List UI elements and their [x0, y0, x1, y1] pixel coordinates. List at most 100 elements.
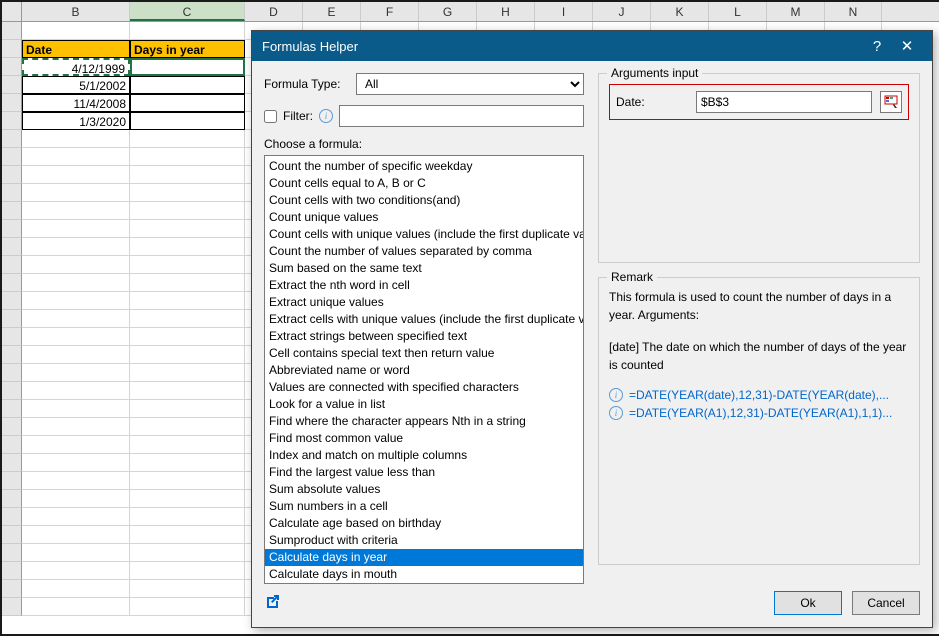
formula-item[interactable]: Find most common value — [265, 430, 583, 447]
formula-item[interactable]: Find where the character appears Nth in … — [265, 413, 583, 430]
row-header[interactable] — [2, 76, 22, 94]
cell-C15[interactable] — [130, 274, 245, 292]
cell-B27[interactable] — [22, 490, 130, 508]
cell-B19[interactable] — [22, 346, 130, 364]
cell-B17[interactable] — [22, 310, 130, 328]
column-header-K[interactable]: K — [651, 2, 709, 21]
formula-item[interactable]: Calculate age based on birthday — [265, 515, 583, 532]
cell-C2[interactable]: Days in year — [130, 40, 245, 58]
row-header[interactable] — [2, 544, 22, 562]
cell-C6[interactable] — [130, 112, 245, 130]
cell-B15[interactable] — [22, 274, 130, 292]
cell-B29[interactable] — [22, 526, 130, 544]
cell-C12[interactable] — [130, 220, 245, 238]
formula-item[interactable]: Values are connected with specified char… — [265, 379, 583, 396]
formula-item[interactable]: Sum numbers in a cell — [265, 498, 583, 515]
cell-C24[interactable] — [130, 436, 245, 454]
cell-C22[interactable] — [130, 400, 245, 418]
cell-B1[interactable] — [22, 22, 130, 40]
cell-B7[interactable] — [22, 130, 130, 148]
row-header[interactable] — [2, 328, 22, 346]
cell-C11[interactable] — [130, 202, 245, 220]
formula-item[interactable]: Count unique values — [265, 209, 583, 226]
cell-B4[interactable]: 5/1/2002 — [22, 76, 130, 94]
cell-B31[interactable] — [22, 562, 130, 580]
dialog-titlebar[interactable]: Formulas Helper ? ✕ — [252, 31, 932, 61]
formula-item[interactable]: Extract the nth word in cell — [265, 277, 583, 294]
formula-item[interactable]: Count the number of specific weekday — [265, 158, 583, 175]
cell-C18[interactable] — [130, 328, 245, 346]
row-header[interactable] — [2, 436, 22, 454]
cell-B32[interactable] — [22, 580, 130, 598]
cell-C30[interactable] — [130, 544, 245, 562]
formula-item[interactable]: Sumproduct with criteria — [265, 532, 583, 549]
column-header-C[interactable]: C — [130, 2, 245, 21]
row-header[interactable] — [2, 274, 22, 292]
row-header[interactable] — [2, 364, 22, 382]
row-header[interactable] — [2, 472, 22, 490]
formula-item[interactable]: Calculate days in mouth — [265, 566, 583, 583]
cell-C31[interactable] — [130, 562, 245, 580]
info-icon[interactable]: i — [319, 109, 333, 123]
formula-item[interactable]: Calculate days in year — [265, 549, 583, 566]
range-picker-button[interactable] — [880, 91, 902, 113]
cell-B5[interactable]: 11/4/2008 — [22, 94, 130, 112]
formula-item[interactable]: Count cells with two conditions(and) — [265, 192, 583, 209]
row-header[interactable] — [2, 184, 22, 202]
help-icon[interactable]: ? — [862, 38, 892, 55]
row-header[interactable] — [2, 400, 22, 418]
cell-B22[interactable] — [22, 400, 130, 418]
column-header-I[interactable]: I — [535, 2, 593, 21]
cell-B24[interactable] — [22, 436, 130, 454]
cell-C19[interactable] — [130, 346, 245, 364]
row-header[interactable] — [2, 166, 22, 184]
cell-C17[interactable] — [130, 310, 245, 328]
cell-C25[interactable] — [130, 454, 245, 472]
cell-B9[interactable] — [22, 166, 130, 184]
cell-C4[interactable] — [130, 76, 245, 94]
cell-C9[interactable] — [130, 166, 245, 184]
cell-C8[interactable] — [130, 148, 245, 166]
cell-C16[interactable] — [130, 292, 245, 310]
column-header-B[interactable]: B — [22, 2, 130, 21]
cell-C3[interactable] — [130, 58, 245, 76]
row-header[interactable] — [2, 454, 22, 472]
cell-B21[interactable] — [22, 382, 130, 400]
row-header[interactable] — [2, 598, 22, 616]
cell-C29[interactable] — [130, 526, 245, 544]
cell-B13[interactable] — [22, 238, 130, 256]
formula-item[interactable]: Index and match on multiple columns — [265, 447, 583, 464]
cell-B2[interactable]: Date — [22, 40, 130, 58]
external-link-icon[interactable] — [264, 594, 584, 615]
cell-B33[interactable] — [22, 598, 130, 616]
cancel-button[interactable]: Cancel — [852, 591, 920, 615]
ok-button[interactable]: Ok — [774, 591, 842, 615]
cell-B25[interactable] — [22, 454, 130, 472]
row-header[interactable] — [2, 418, 22, 436]
cell-C33[interactable] — [130, 598, 245, 616]
row-header[interactable] — [2, 220, 22, 238]
cell-C28[interactable] — [130, 508, 245, 526]
filter-checkbox[interactable] — [264, 110, 277, 123]
column-header-D[interactable]: D — [245, 2, 303, 21]
cell-B18[interactable] — [22, 328, 130, 346]
row-header[interactable] — [2, 202, 22, 220]
formula-item[interactable]: Cell contains special text then return v… — [265, 345, 583, 362]
cell-C20[interactable] — [130, 364, 245, 382]
column-header-F[interactable]: F — [361, 2, 419, 21]
cell-B3[interactable]: 4/12/1999 — [22, 58, 130, 76]
formula-item[interactable]: Count cells equal to A, B or C — [265, 175, 583, 192]
row-header[interactable] — [2, 58, 22, 76]
row-header[interactable] — [2, 94, 22, 112]
cell-B23[interactable] — [22, 418, 130, 436]
row-header[interactable] — [2, 292, 22, 310]
row-header[interactable] — [2, 508, 22, 526]
row-header[interactable] — [2, 148, 22, 166]
cell-B26[interactable] — [22, 472, 130, 490]
row-header[interactable] — [2, 490, 22, 508]
cell-B11[interactable] — [22, 202, 130, 220]
formula-item[interactable]: Extract unique values — [265, 294, 583, 311]
cell-C13[interactable] — [130, 238, 245, 256]
cell-C21[interactable] — [130, 382, 245, 400]
cell-C27[interactable] — [130, 490, 245, 508]
